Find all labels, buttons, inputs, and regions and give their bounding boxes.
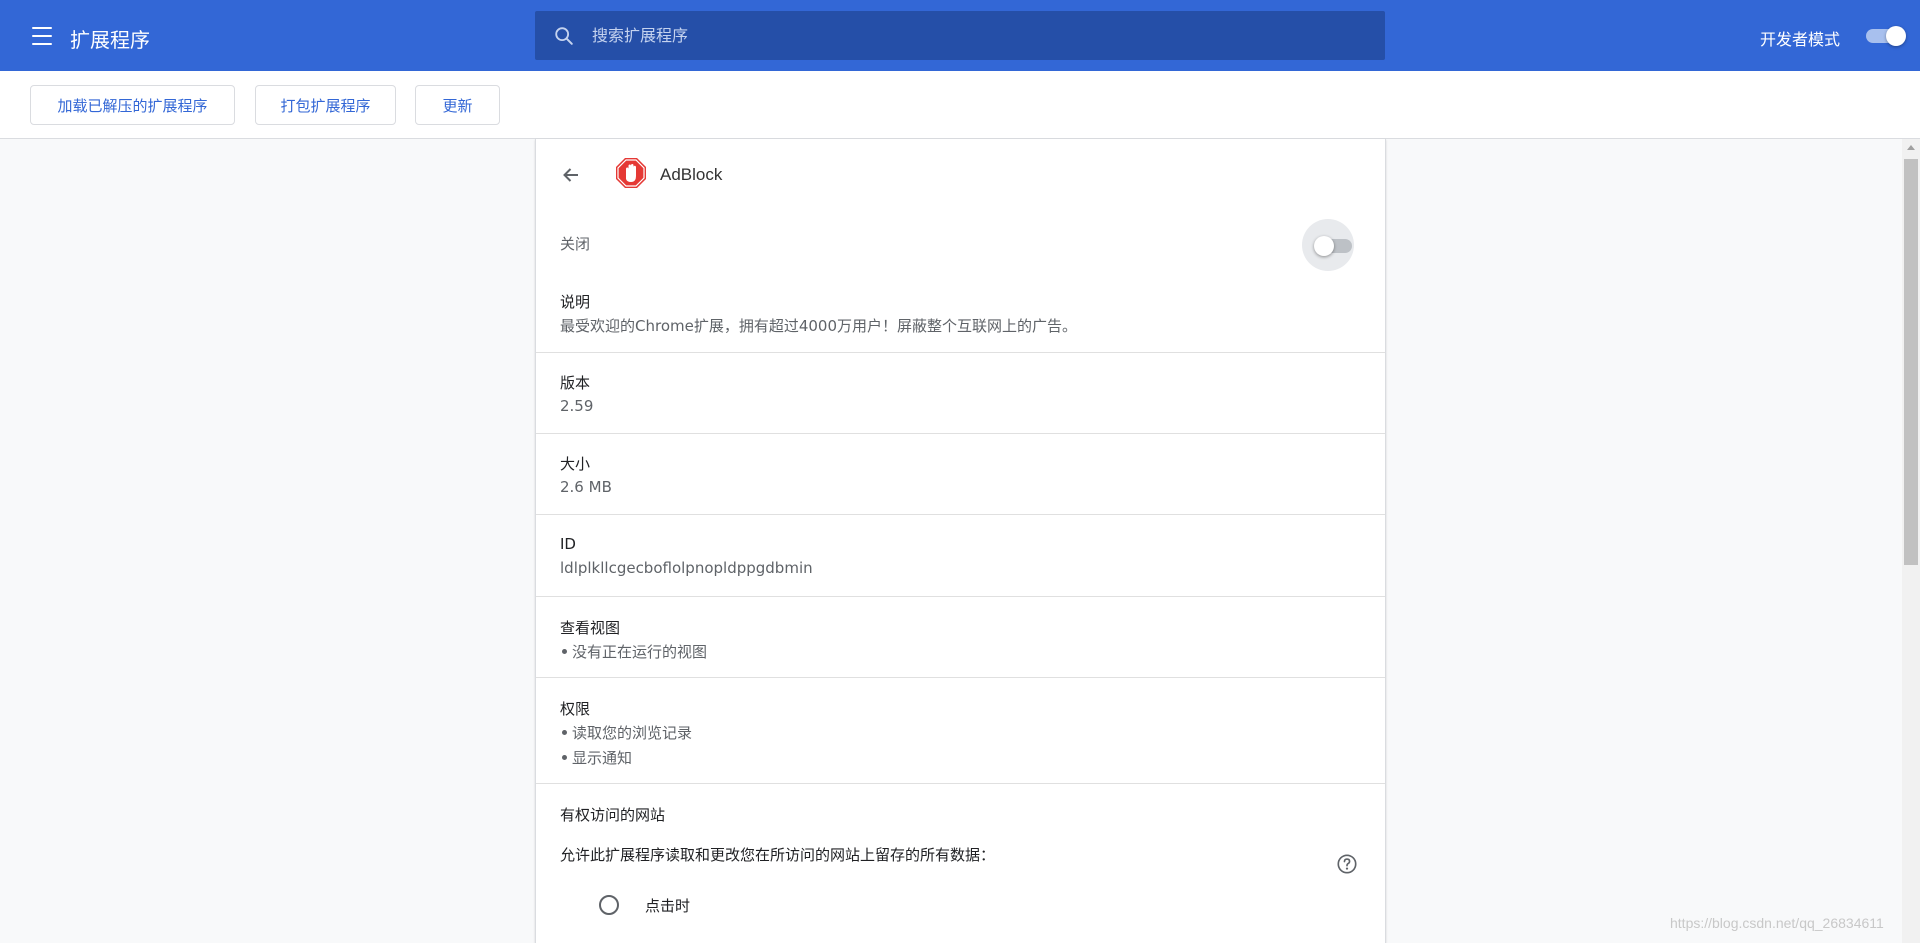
- dev-mode-label: 开发者模式: [1760, 30, 1841, 49]
- page-title: 扩展程序: [70, 28, 150, 52]
- description-section: 说明 最受欢迎的Chrome扩展，拥有超过4000万用户！屏蔽整个互联网上的广告…: [536, 271, 1385, 353]
- id-value: ldlplkllcgecboflolpnopldppgdbmin: [560, 559, 813, 577]
- extension-name: AdBlock: [660, 165, 723, 184]
- watermark: https://blog.csdn.net/qq_26834611: [1670, 915, 1884, 931]
- search-box[interactable]: [535, 11, 1385, 60]
- extension-detail-card: AdBlock 关闭 说明 最受欢迎的Chrome扩展，拥有超过4000万用户！…: [535, 139, 1386, 943]
- menu-icon[interactable]: [30, 24, 54, 48]
- adblock-logo-icon: [616, 158, 646, 188]
- site-access-section: 有权访问的网站 允许此扩展程序读取和更改您在所访问的网站上留存的所有数据：: [536, 784, 1385, 943]
- size-title: 大小: [560, 455, 591, 473]
- site-access-description: 允许此扩展程序读取和更改您在所访问的网站上留存的所有数据：: [560, 846, 996, 864]
- site-access-on-click-label: 点击时: [645, 897, 691, 915]
- dev-mode-toggle[interactable]: [1866, 26, 1906, 46]
- permissions-section: 权限 读取您的浏览记录 显示通知: [536, 678, 1385, 784]
- pack-extension-button[interactable]: 打包扩展程序: [255, 85, 396, 125]
- permissions-title: 权限: [560, 700, 591, 718]
- help-icon[interactable]: [1336, 853, 1358, 875]
- scrollbar-thumb[interactable]: [1904, 159, 1918, 565]
- views-title: 查看视图: [560, 619, 621, 637]
- load-unpacked-button[interactable]: 加载已解压的扩展程序: [30, 85, 235, 125]
- permission-item: 显示通知: [561, 749, 633, 767]
- version-title: 版本: [560, 374, 591, 392]
- permission-item: 读取您的浏览记录: [561, 724, 693, 742]
- version-section: 版本 2.59: [536, 353, 1385, 434]
- views-section: 查看视图 没有正在运行的视图: [536, 597, 1385, 678]
- search-icon: [555, 27, 573, 45]
- description-text: 最受欢迎的Chrome扩展，拥有超过4000万用户！屏蔽整个互联网上的广告。: [560, 317, 1078, 335]
- id-section: ID ldlplkllcgecboflolpnopldppgdbmin: [536, 515, 1385, 597]
- id-title: ID: [560, 535, 576, 553]
- size-value: 2.6 MB: [560, 478, 612, 496]
- version-value: 2.59: [560, 397, 594, 415]
- scrollbar[interactable]: [1902, 139, 1920, 943]
- search-input[interactable]: [592, 11, 1372, 60]
- back-arrow-icon[interactable]: [559, 163, 583, 187]
- view-item: 没有正在运行的视图: [561, 643, 708, 661]
- top-bar: 扩展程序 开发者模式: [0, 0, 1920, 71]
- size-section: 大小 2.6 MB: [536, 434, 1385, 515]
- scroll-up-arrow-icon[interactable]: [1907, 145, 1915, 150]
- site-access-title: 有权访问的网站: [560, 806, 666, 824]
- extension-enable-toggle[interactable]: [1314, 236, 1354, 256]
- toolbar: 加载已解压的扩展程序 打包扩展程序 更新: [0, 71, 1920, 139]
- description-title: 说明: [560, 293, 591, 311]
- update-button[interactable]: 更新: [415, 85, 500, 125]
- enable-state-label: 关闭: [560, 235, 591, 253]
- site-access-on-click-radio[interactable]: [599, 895, 619, 915]
